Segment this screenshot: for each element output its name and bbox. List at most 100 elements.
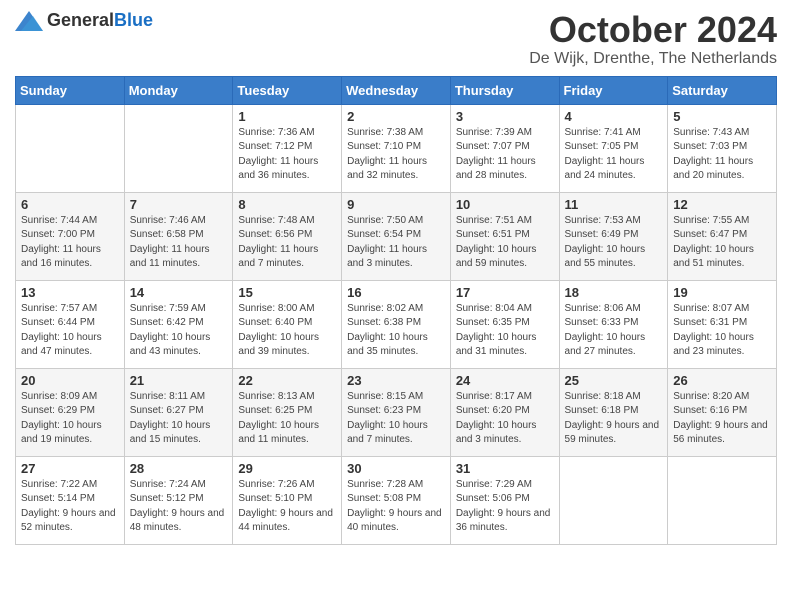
logo-general: General xyxy=(47,10,114,30)
calendar-cell: 18 Sunrise: 8:06 AMSunset: 6:33 PMDayligh… xyxy=(559,280,668,368)
day-detail: Sunrise: 8:17 AMSunset: 6:20 PMDaylight:… xyxy=(456,390,554,448)
day-number: 10 xyxy=(456,197,554,212)
calendar-cell: 3 Sunrise: 7:39 AMSunset: 7:07 PMDaylight… xyxy=(450,104,559,192)
day-detail: Sunrise: 8:00 AMSunset: 6:40 PMDaylight:… xyxy=(238,302,336,360)
day-number: 12 xyxy=(673,197,771,212)
calendar-cell: 12 Sunrise: 7:55 AMSunset: 6:47 PMDayligh… xyxy=(668,192,777,280)
day-number: 1 xyxy=(238,109,336,124)
day-number: 19 xyxy=(673,285,771,300)
calendar-cell: 15 Sunrise: 8:00 AMSunset: 6:40 PMDayligh… xyxy=(233,280,342,368)
calendar-cell xyxy=(124,104,233,192)
calendar-cell: 28 Sunrise: 7:24 AMSunset: 5:12 PMDayligh… xyxy=(124,456,233,544)
calendar-cell: 31 Sunrise: 7:29 AMSunset: 5:06 PMDayligh… xyxy=(450,456,559,544)
calendar-cell: 21Sunrise: 8:11 AMSunset: 6:27 PMDayligh… xyxy=(124,368,233,456)
day-detail: Sunrise: 7:46 AMSunset: 6:58 PMDaylight:… xyxy=(130,214,228,272)
calendar-cell: 26Sunrise: 8:20 AMSunset: 6:16 PMDayligh… xyxy=(668,368,777,456)
day-number: 31 xyxy=(456,461,554,476)
day-number: 13 xyxy=(21,285,119,300)
column-header-wednesday: Wednesday xyxy=(342,76,451,104)
day-number: 6 xyxy=(21,197,119,212)
day-detail: Sunrise: 7:44 AMSunset: 7:00 PMDaylight:… xyxy=(21,214,119,272)
day-number: 25 xyxy=(565,373,663,388)
logo-blue-text: Blue xyxy=(114,10,153,30)
day-detail: Sunrise: 7:53 AMSunset: 6:49 PMDaylight:… xyxy=(565,214,663,272)
day-number: 27 xyxy=(21,461,119,476)
day-detail: Sunrise: 8:07 AMSunset: 6:31 PMDaylight:… xyxy=(673,302,771,360)
calendar-cell: 2 Sunrise: 7:38 AMSunset: 7:10 PMDaylight… xyxy=(342,104,451,192)
calendar-cell: 23Sunrise: 8:15 AMSunset: 6:23 PMDayligh… xyxy=(342,368,451,456)
week-row-2: 6 Sunrise: 7:44 AMSunset: 7:00 PMDaylight… xyxy=(16,192,777,280)
calendar-cell: 20 Sunrise: 8:09 AMSunset: 6:29 PMDayligh… xyxy=(16,368,125,456)
logo-text: GeneralBlue xyxy=(47,10,153,31)
logo: GeneralBlue xyxy=(15,10,153,31)
calendar-cell xyxy=(16,104,125,192)
day-detail: Sunrise: 8:02 AMSunset: 6:38 PMDaylight:… xyxy=(347,302,445,360)
day-number: 3 xyxy=(456,109,554,124)
day-detail: Sunrise: 7:57 AMSunset: 6:44 PMDaylight:… xyxy=(21,302,119,360)
day-detail: Sunrise: 8:13 AMSunset: 6:25 PMDaylight:… xyxy=(238,390,336,448)
day-number: 18 xyxy=(565,285,663,300)
day-detail: Sunrise: 7:28 AMSunset: 5:08 PMDaylight:… xyxy=(347,478,445,536)
calendar-cell xyxy=(559,456,668,544)
day-detail: Sunrise: 8:09 AMSunset: 6:29 PMDaylight:… xyxy=(21,390,119,448)
calendar-cell: 27 Sunrise: 7:22 AMSunset: 5:14 PMDayligh… xyxy=(16,456,125,544)
calendar-cell: 10Sunrise: 7:51 AMSunset: 6:51 PMDayligh… xyxy=(450,192,559,280)
day-detail: Sunrise: 7:41 AMSunset: 7:05 PMDaylight:… xyxy=(565,126,663,184)
calendar-cell: 19 Sunrise: 8:07 AMSunset: 6:31 PMDayligh… xyxy=(668,280,777,368)
calendar-cell: 17Sunrise: 8:04 AMSunset: 6:35 PMDayligh… xyxy=(450,280,559,368)
calendar-cell: 13 Sunrise: 7:57 AMSunset: 6:44 PMDayligh… xyxy=(16,280,125,368)
column-header-friday: Friday xyxy=(559,76,668,104)
logo-icon xyxy=(15,11,43,31)
week-row-3: 13 Sunrise: 7:57 AMSunset: 6:44 PMDayligh… xyxy=(16,280,777,368)
column-header-sunday: Sunday xyxy=(16,76,125,104)
day-detail: Sunrise: 7:43 AMSunset: 7:03 PMDaylight:… xyxy=(673,126,771,184)
column-header-tuesday: Tuesday xyxy=(233,76,342,104)
week-row-4: 20 Sunrise: 8:09 AMSunset: 6:29 PMDayligh… xyxy=(16,368,777,456)
day-number: 15 xyxy=(238,285,336,300)
day-number: 28 xyxy=(130,461,228,476)
column-header-thursday: Thursday xyxy=(450,76,559,104)
month-title: October 2024 xyxy=(529,10,777,50)
week-row-5: 27 Sunrise: 7:22 AMSunset: 5:14 PMDayligh… xyxy=(16,456,777,544)
day-detail: Sunrise: 7:26 AMSunset: 5:10 PMDaylight:… xyxy=(238,478,336,536)
calendar-cell: 22Sunrise: 8:13 AMSunset: 6:25 PMDayligh… xyxy=(233,368,342,456)
calendar-cell: 29Sunrise: 7:26 AMSunset: 5:10 PMDayligh… xyxy=(233,456,342,544)
day-detail: Sunrise: 7:50 AMSunset: 6:54 PMDaylight:… xyxy=(347,214,445,272)
day-detail: Sunrise: 7:24 AMSunset: 5:12 PMDaylight:… xyxy=(130,478,228,536)
calendar-cell: 4Sunrise: 7:41 AMSunset: 7:05 PMDaylight… xyxy=(559,104,668,192)
calendar-cell xyxy=(668,456,777,544)
day-number: 30 xyxy=(347,461,445,476)
calendar-cell: 30 Sunrise: 7:28 AMSunset: 5:08 PMDayligh… xyxy=(342,456,451,544)
day-detail: Sunrise: 8:04 AMSunset: 6:35 PMDaylight:… xyxy=(456,302,554,360)
day-number: 2 xyxy=(347,109,445,124)
calendar-cell: 6 Sunrise: 7:44 AMSunset: 7:00 PMDaylight… xyxy=(16,192,125,280)
calendar-cell: 25 Sunrise: 8:18 AMSunset: 6:18 PMDayligh… xyxy=(559,368,668,456)
day-detail: Sunrise: 7:38 AMSunset: 7:10 PMDaylight:… xyxy=(347,126,445,184)
day-detail: Sunrise: 8:15 AMSunset: 6:23 PMDaylight:… xyxy=(347,390,445,448)
day-detail: Sunrise: 7:55 AMSunset: 6:47 PMDaylight:… xyxy=(673,214,771,272)
calendar-table: SundayMondayTuesdayWednesdayThursdayFrid… xyxy=(15,76,777,545)
day-number: 9 xyxy=(347,197,445,212)
page-header: GeneralBlue October 2024 De Wijk, Drenth… xyxy=(15,10,777,68)
day-number: 20 xyxy=(21,373,119,388)
day-number: 11 xyxy=(565,197,663,212)
calendar-cell: 1 Sunrise: 7:36 AMSunset: 7:12 PMDaylight… xyxy=(233,104,342,192)
title-section: October 2024 De Wijk, Drenthe, The Nethe… xyxy=(529,10,777,68)
day-detail: Sunrise: 8:18 AMSunset: 6:18 PMDaylight:… xyxy=(565,390,663,448)
day-detail: Sunrise: 8:06 AMSunset: 6:33 PMDaylight:… xyxy=(565,302,663,360)
day-detail: Sunrise: 7:29 AMSunset: 5:06 PMDaylight:… xyxy=(456,478,554,536)
column-header-saturday: Saturday xyxy=(668,76,777,104)
day-detail: Sunrise: 7:59 AMSunset: 6:42 PMDaylight:… xyxy=(130,302,228,360)
week-row-1: 1 Sunrise: 7:36 AMSunset: 7:12 PMDaylight… xyxy=(16,104,777,192)
calendar-cell: 9 Sunrise: 7:50 AMSunset: 6:54 PMDaylight… xyxy=(342,192,451,280)
header-row: SundayMondayTuesdayWednesdayThursdayFrid… xyxy=(16,76,777,104)
day-detail: Sunrise: 7:39 AMSunset: 7:07 PMDaylight:… xyxy=(456,126,554,184)
day-detail: Sunrise: 7:48 AMSunset: 6:56 PMDaylight:… xyxy=(238,214,336,272)
day-detail: Sunrise: 7:36 AMSunset: 7:12 PMDaylight:… xyxy=(238,126,336,184)
day-number: 24 xyxy=(456,373,554,388)
calendar-cell: 7Sunrise: 7:46 AMSunset: 6:58 PMDaylight… xyxy=(124,192,233,280)
day-detail: Sunrise: 7:22 AMSunset: 5:14 PMDaylight:… xyxy=(21,478,119,536)
day-detail: Sunrise: 8:11 AMSunset: 6:27 PMDaylight:… xyxy=(130,390,228,448)
calendar-cell: 16Sunrise: 8:02 AMSunset: 6:38 PMDayligh… xyxy=(342,280,451,368)
day-number: 5 xyxy=(673,109,771,124)
